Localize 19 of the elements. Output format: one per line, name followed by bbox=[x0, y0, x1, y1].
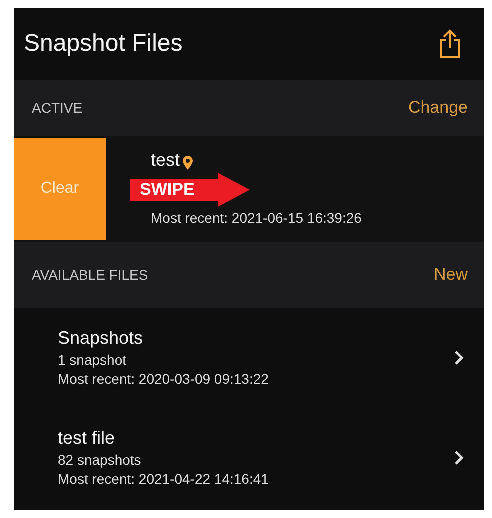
snapshot-count: 1 snapshot bbox=[58, 350, 128, 370]
change-link[interactable]: Change bbox=[408, 98, 468, 118]
file-name: test file bbox=[58, 428, 116, 448]
most-recent-text: Most recent: 2021-04-22 14:16:41 bbox=[58, 470, 269, 488]
most-recent-text: Most recent: 2021-06-15 16:39:26 bbox=[151, 209, 362, 228]
section-label: ACTIVE bbox=[32, 100, 83, 116]
snapshot-count: 82 snapshots bbox=[58, 450, 142, 470]
chevron-icon bbox=[454, 350, 464, 366]
section-label: AVAILABLE FILES bbox=[32, 267, 148, 283]
swipe-label: SWIPE bbox=[140, 180, 195, 200]
file-name: Snapshots bbox=[58, 328, 144, 348]
share-icon[interactable] bbox=[438, 29, 462, 59]
most-recent-text: Most recent: 2020-03-09 09:13:22 bbox=[58, 370, 269, 388]
screen-title: Snapshot Files bbox=[24, 30, 183, 58]
new-link[interactable]: New bbox=[434, 265, 468, 285]
chevron-icon bbox=[454, 450, 464, 466]
file-name: test bbox=[151, 150, 180, 171]
file-row[interactable]: Snapshots 1 snapshot Most recent: 2020-03-09 09:13:22 bbox=[14, 308, 484, 408]
file-row[interactable]: test file 82 snapshots Most recent: 2021-04-22 14:16:41 bbox=[14, 408, 484, 508]
